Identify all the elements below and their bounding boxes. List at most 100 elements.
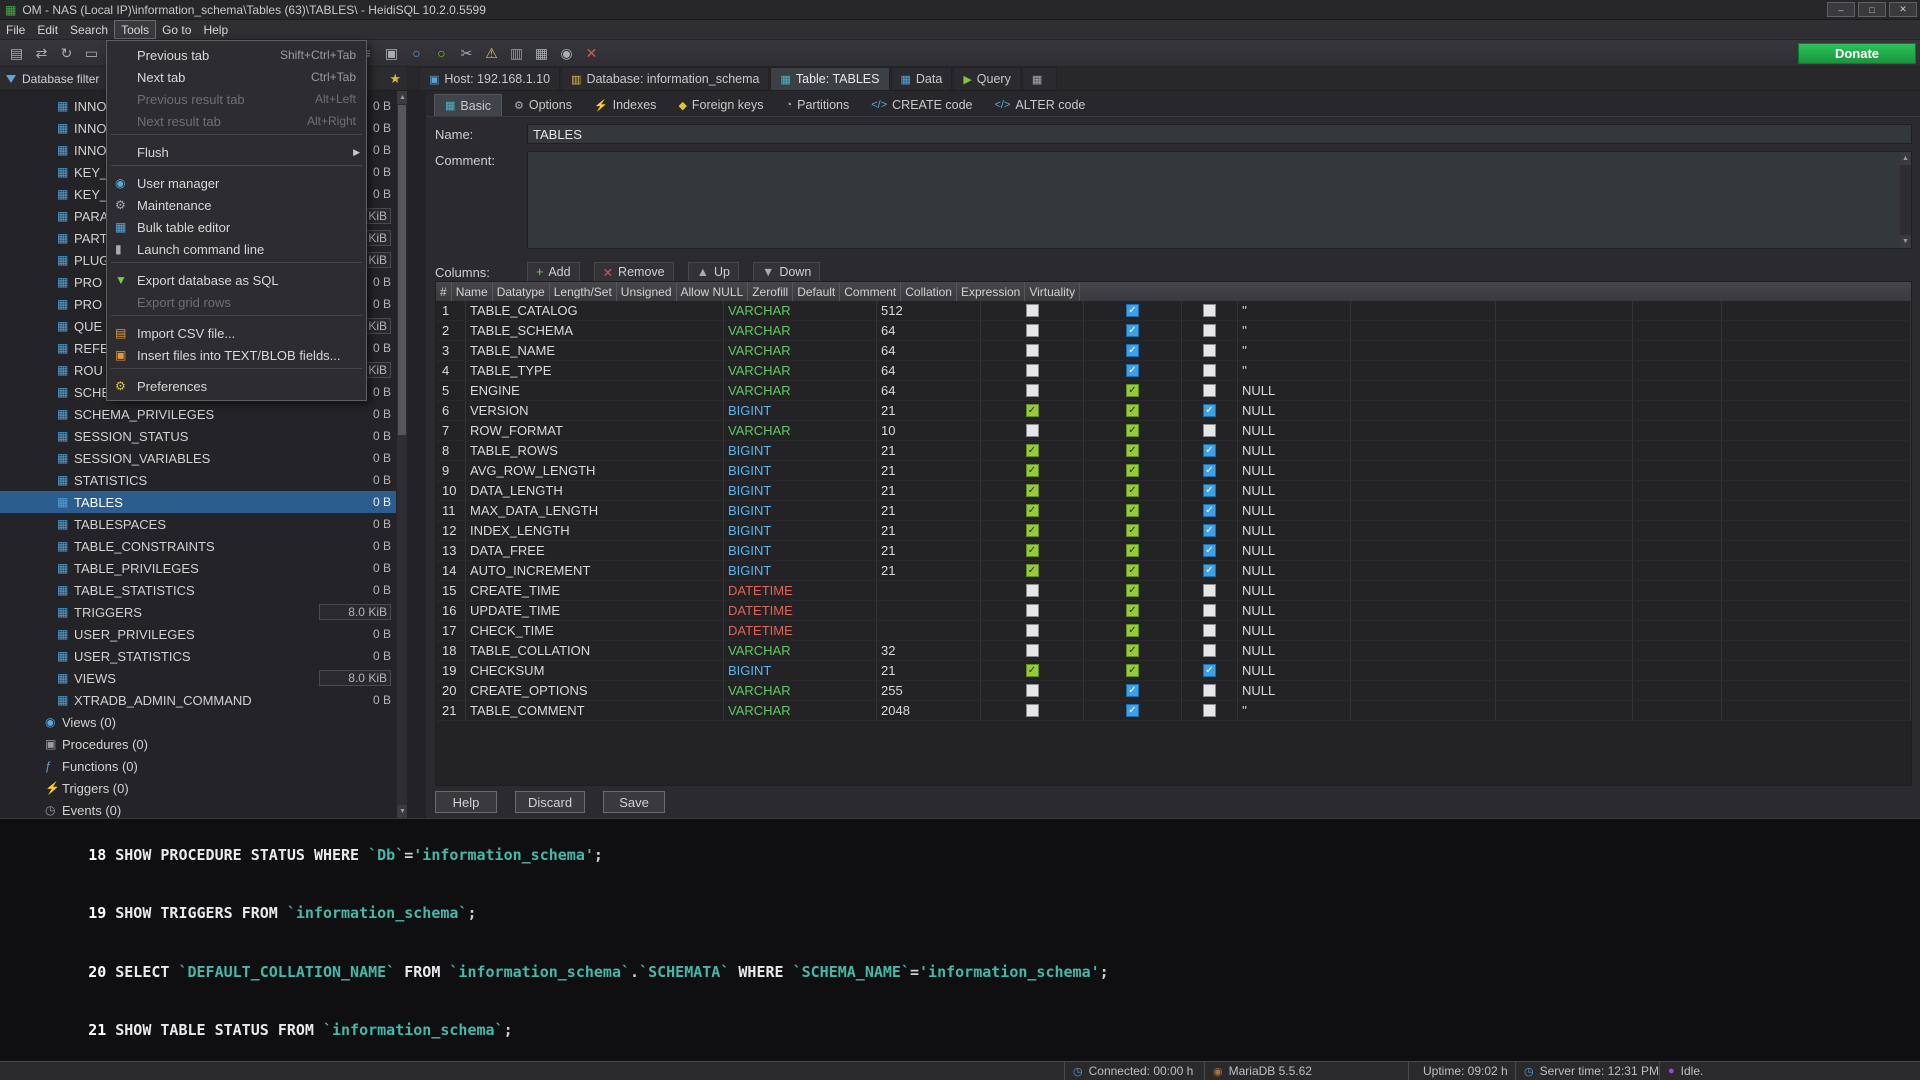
zerofill-checkbox[interactable] — [1203, 344, 1216, 357]
cut-icon[interactable]: ✂ — [455, 43, 478, 64]
table-row[interactable]: 10 DATA_LENGTH BIGINT 21 NULL — [436, 481, 1911, 501]
menu-entry[interactable] — [111, 262, 362, 267]
column-name-cell[interactable]: DATA_FREE — [466, 541, 724, 560]
collation-cell[interactable] — [1496, 461, 1633, 480]
move-up-button[interactable]: ▲ Up — [688, 262, 739, 282]
table-row[interactable]: 7 ROW_FORMAT VARCHAR 10 NULL — [436, 421, 1911, 441]
datatype-cell[interactable]: DATETIME — [724, 601, 877, 620]
allow-null-checkbox[interactable] — [1126, 664, 1139, 677]
unsigned-checkbox[interactable] — [1026, 624, 1039, 637]
disconnect-icon[interactable]: ⇄ — [30, 43, 53, 64]
unsigned-checkbox[interactable] — [1026, 584, 1039, 597]
datatype-cell[interactable]: BIGINT — [724, 561, 877, 580]
table-row[interactable]: 1 TABLE_CATALOG VARCHAR 512 '' — [436, 301, 1911, 321]
table-row[interactable]: 8 TABLE_ROWS BIGINT 21 NULL — [436, 441, 1911, 461]
column-header[interactable]: Expression — [957, 282, 1025, 301]
default-cell[interactable]: NULL — [1238, 661, 1351, 680]
zerofill-checkbox[interactable] — [1203, 424, 1216, 437]
zerofill-checkbox[interactable] — [1203, 304, 1216, 317]
move-down-button[interactable]: ▼ Down — [753, 262, 820, 282]
unsigned-checkbox[interactable] — [1026, 404, 1039, 417]
table-row[interactable]: 9 AVG_ROW_LENGTH BIGINT 21 NULL — [436, 461, 1911, 481]
tree-item[interactable]: ▦ VIEWS 8.0 KiB — [0, 667, 407, 689]
table-row[interactable]: 21 TABLE_COMMENT VARCHAR 2048 '' — [436, 701, 1911, 721]
virtuality-cell[interactable] — [1722, 321, 1911, 340]
table-editor-tab[interactable]: </> ALTER code — [985, 94, 1096, 116]
comment-cell[interactable] — [1351, 481, 1496, 500]
table-editor-tab[interactable]: ▦ Basic — [434, 94, 502, 116]
default-cell[interactable]: '' — [1238, 361, 1351, 380]
menu-entry[interactable] — [111, 315, 362, 320]
column-name-cell[interactable]: TABLE_ROWS — [466, 441, 724, 460]
unsigned-checkbox[interactable] — [1026, 684, 1039, 697]
search-icon[interactable]: ○ — [405, 43, 428, 64]
tree-item[interactable]: ▦ STATISTICS 0 B — [0, 469, 407, 491]
allow-null-checkbox[interactable] — [1126, 304, 1139, 317]
column-name-cell[interactable]: TABLE_COLLATION — [466, 641, 724, 660]
unsigned-checkbox[interactable] — [1026, 664, 1039, 677]
sql-log[interactable]: 18SHOW PROCEDURE STATUS WHERE `Db`='info… — [0, 818, 1920, 1061]
comment-cell[interactable] — [1351, 541, 1496, 560]
expression-cell[interactable] — [1633, 641, 1722, 660]
allow-null-checkbox[interactable] — [1126, 484, 1139, 497]
virtuality-cell[interactable] — [1722, 341, 1911, 360]
unsigned-checkbox[interactable] — [1026, 444, 1039, 457]
comment-cell[interactable] — [1351, 681, 1496, 700]
menu-entry[interactable] — [111, 165, 362, 170]
menu-entry[interactable]: ▼ Export database as SQL — [107, 269, 366, 291]
default-cell[interactable]: '' — [1238, 301, 1351, 320]
collation-cell[interactable] — [1496, 441, 1633, 460]
length-cell[interactable]: 512 — [877, 301, 981, 320]
menu-entry[interactable]: Flush ▶ — [107, 141, 366, 163]
maximize-button[interactable]: □ — [1858, 2, 1886, 17]
virtuality-cell[interactable] — [1722, 461, 1911, 480]
collation-cell[interactable] — [1496, 321, 1633, 340]
length-cell[interactable]: 21 — [877, 401, 981, 420]
zerofill-checkbox[interactable] — [1203, 444, 1216, 457]
column-name-cell[interactable]: TABLE_SCHEMA — [466, 321, 724, 340]
datatype-cell[interactable]: VARCHAR — [724, 701, 877, 720]
column-name-cell[interactable]: TABLE_CATALOG — [466, 301, 724, 320]
discard-button[interactable]: Discard — [515, 791, 585, 813]
tree-item[interactable]: ▦ TABLESPACES 0 B — [0, 513, 407, 535]
virtuality-cell[interactable] — [1722, 441, 1911, 460]
default-cell[interactable]: NULL — [1238, 441, 1351, 460]
save-button[interactable]: Save — [603, 791, 665, 813]
zerofill-checkbox[interactable] — [1203, 464, 1216, 477]
tree-item[interactable]: ▦ TRIGGERS 8.0 KiB — [0, 601, 407, 623]
tree-item[interactable]: ▦ TABLE_CONSTRAINTS 0 B — [0, 535, 407, 557]
clear-icon[interactable]: ▭ — [80, 43, 103, 64]
favorite-star-icon[interactable]: ★ — [389, 71, 401, 87]
collation-cell[interactable] — [1496, 421, 1633, 440]
allow-null-checkbox[interactable] — [1126, 604, 1139, 617]
datatype-cell[interactable]: VARCHAR — [724, 341, 877, 360]
column-name-cell[interactable]: CREATE_TIME — [466, 581, 724, 600]
table-editor-tab[interactable]: ◆ Foreign keys — [668, 94, 773, 116]
allow-null-checkbox[interactable] — [1126, 504, 1139, 517]
column-header[interactable]: Zerofill — [748, 282, 793, 301]
table-row[interactable]: 19 CHECKSUM BIGINT 21 NULL — [436, 661, 1911, 681]
expression-cell[interactable] — [1633, 381, 1722, 400]
tree-item[interactable]: ▦ TABLE_STATISTICS 0 B — [0, 579, 407, 601]
expression-cell[interactable] — [1633, 441, 1722, 460]
length-cell[interactable]: 21 — [877, 461, 981, 480]
virtuality-cell[interactable] — [1722, 361, 1911, 380]
menu-entry[interactable] — [111, 134, 362, 139]
session-manager-icon[interactable]: ▤ — [5, 43, 28, 64]
collation-cell[interactable] — [1496, 681, 1633, 700]
table-row[interactable]: 13 DATA_FREE BIGINT 21 NULL — [436, 541, 1911, 561]
virtuality-cell[interactable] — [1722, 401, 1911, 420]
column-name-cell[interactable]: TABLE_NAME — [466, 341, 724, 360]
table-row[interactable]: 12 INDEX_LENGTH BIGINT 21 NULL — [436, 521, 1911, 541]
zerofill-checkbox[interactable] — [1203, 324, 1216, 337]
unsigned-checkbox[interactable] — [1026, 484, 1039, 497]
table-editor-tab[interactable]: ⚙ Options — [504, 94, 582, 116]
tree-item[interactable]: ▦ TABLE_PRIVILEGES 0 B — [0, 557, 407, 579]
help-button[interactable]: Help — [435, 791, 497, 813]
length-cell[interactable] — [877, 581, 981, 600]
expression-cell[interactable] — [1633, 301, 1722, 320]
default-cell[interactable]: NULL — [1238, 481, 1351, 500]
unsigned-checkbox[interactable] — [1026, 304, 1039, 317]
length-cell[interactable]: 255 — [877, 681, 981, 700]
expression-cell[interactable] — [1633, 481, 1722, 500]
